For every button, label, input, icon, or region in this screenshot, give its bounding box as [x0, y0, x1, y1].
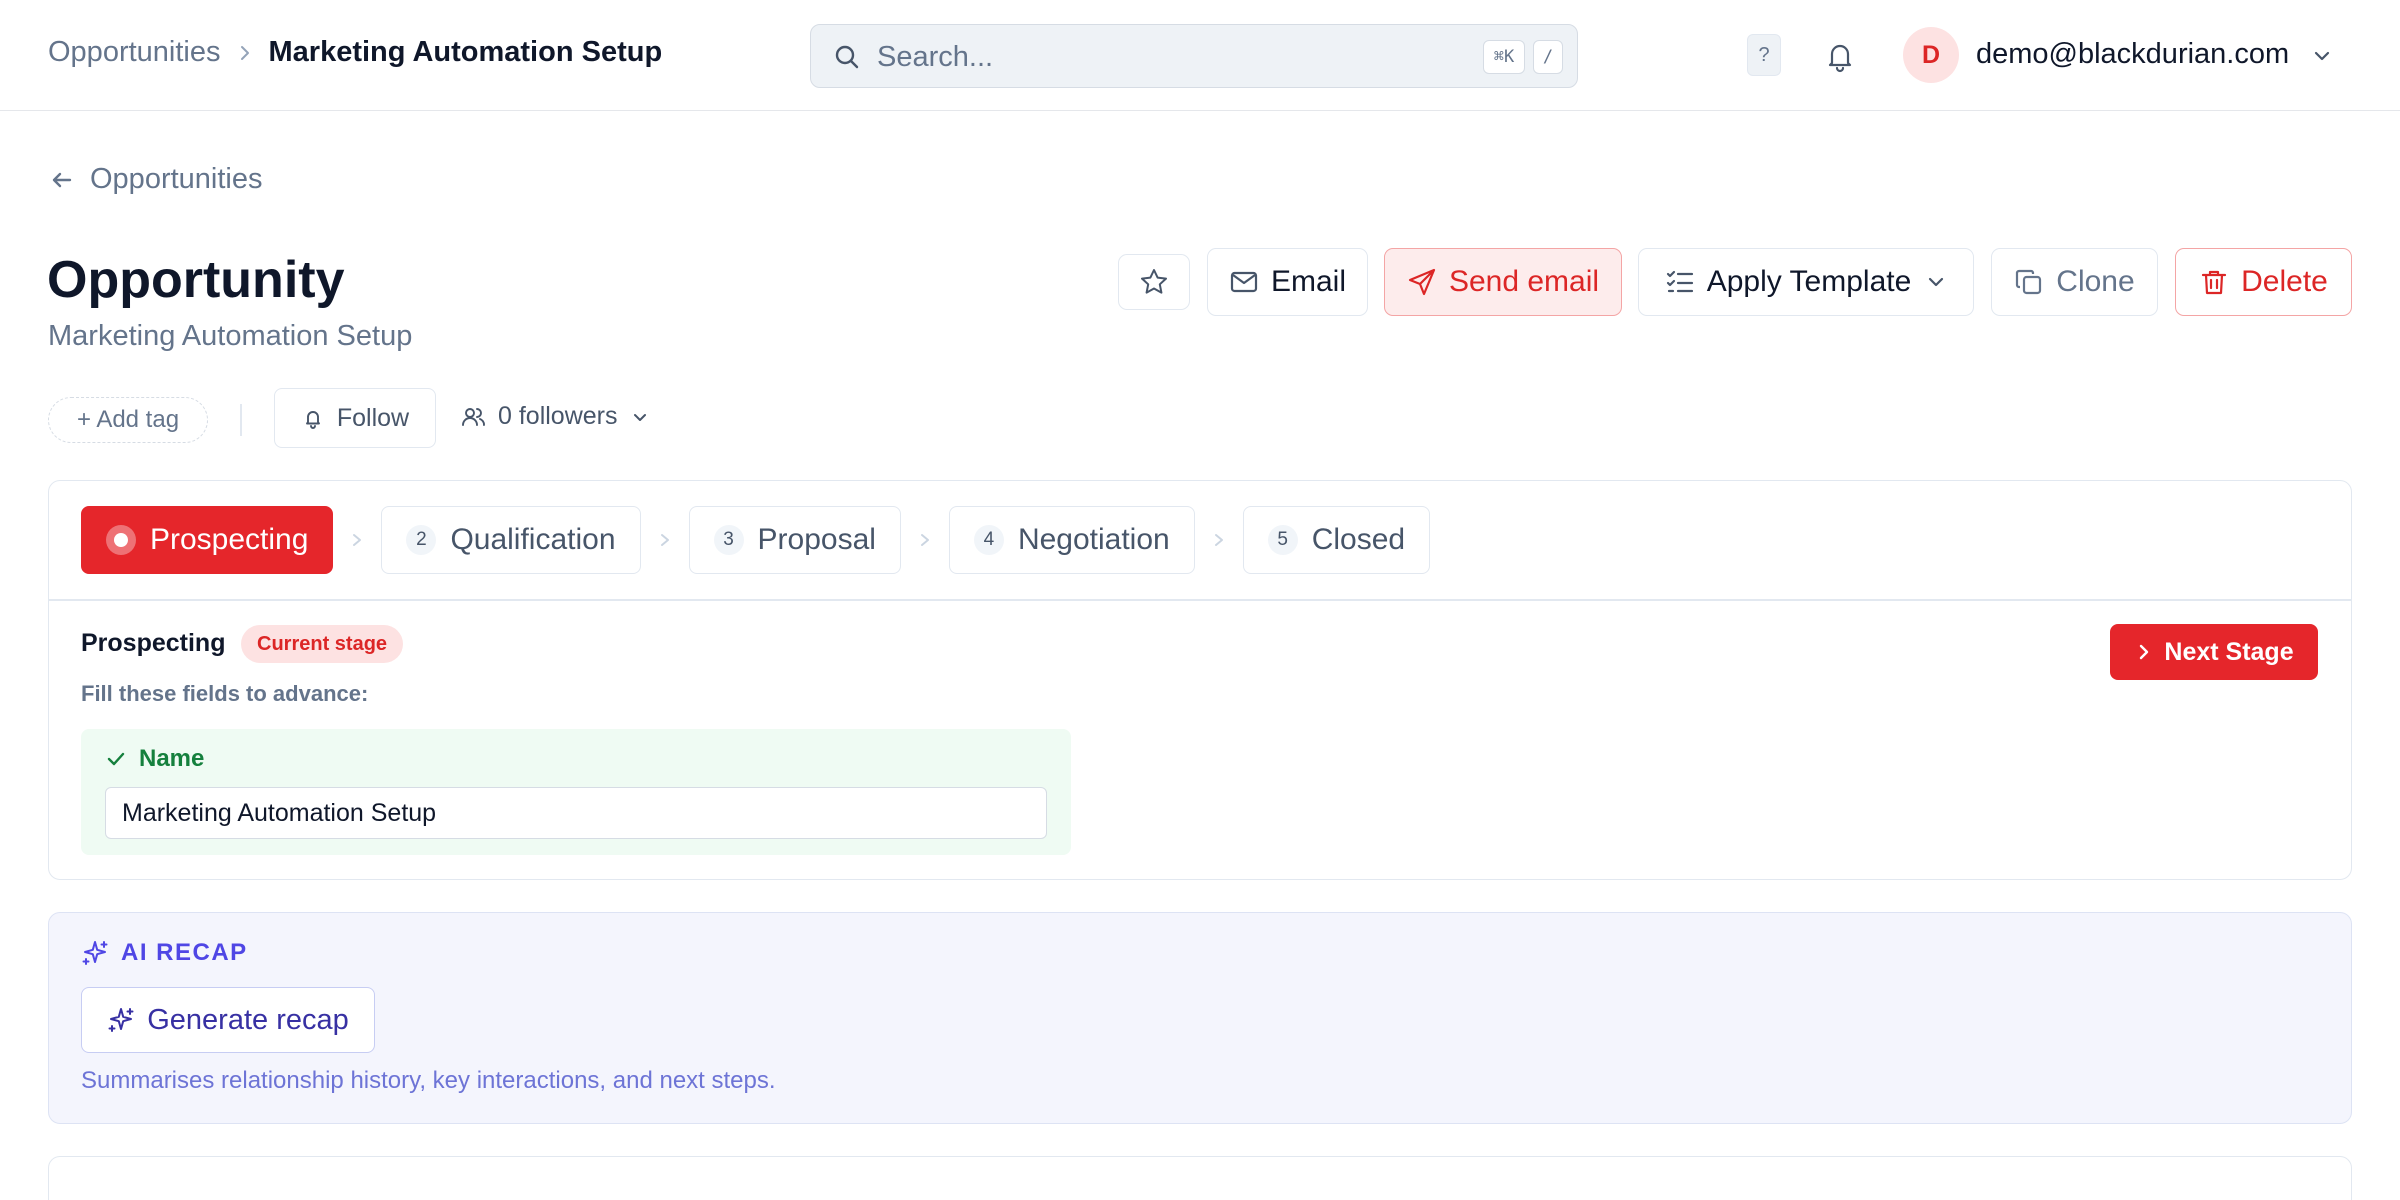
delete-label: Delete [2241, 265, 2328, 298]
stage-number: 5 [1267, 525, 1298, 555]
bell-icon [305, 411, 320, 429]
apply-template-label: Apply Template [1706, 265, 1912, 298]
breadcrumb: Opportunities Marketing Automation Setup [48, 36, 662, 69]
fill-hint: Fill these fields to advance: [81, 681, 369, 706]
email-button-label: Email [1270, 265, 1346, 298]
followers-dropdown[interactable]: 0 followers [460, 402, 650, 431]
send-email-button[interactable]: Send email [1384, 248, 1622, 316]
stage-proposal[interactable]: 3 Proposal [688, 506, 901, 574]
clone-button[interactable]: Clone [1991, 248, 2158, 316]
stage-prospecting[interactable]: Prospecting [81, 506, 334, 574]
chevron-down-icon[interactable] [2310, 44, 2334, 68]
ai-recap-card: AI RECAP Generate recap Summarises relat… [48, 912, 2352, 1124]
users-icon [462, 407, 485, 426]
copy-icon [2016, 269, 2042, 295]
chevron-right-icon [333, 530, 381, 550]
mail-icon [1230, 271, 1258, 293]
divider [240, 404, 242, 436]
chevron-down-icon [633, 413, 646, 421]
followers-count: 0 followers [498, 402, 618, 430]
field-label-text: Name [139, 745, 205, 772]
search-placeholder: Search... [877, 41, 994, 73]
stage-qualification[interactable]: 2 Qualification [381, 506, 641, 574]
divider [49, 599, 2351, 601]
trash-icon [2202, 270, 2227, 295]
email-button[interactable]: Email [1207, 248, 1368, 316]
pipeline-stages: Prospecting 2 Qualification 3 Proposal 4… [81, 506, 1431, 574]
search-icon [833, 43, 861, 71]
back-link[interactable]: Opportunities [48, 163, 263, 196]
add-tag-button[interactable]: + Add tag [48, 397, 208, 443]
required-field: Name Marketing Automation Setup [81, 729, 1071, 855]
status-badge: Current stage [241, 625, 404, 663]
list-checks-icon [1666, 270, 1693, 293]
clone-label: Clone [2056, 265, 2135, 298]
current-stage-name: Prospecting [81, 629, 226, 657]
chevron-right-icon [901, 530, 949, 550]
stage-label: Closed [1311, 523, 1406, 556]
sparkles-icon [82, 941, 108, 965]
stage-label: Negotiation [1017, 523, 1170, 556]
next-stage-label: Next Stage [2164, 637, 2294, 666]
field-label: Name [105, 745, 204, 773]
pipeline-card: Prospecting 2 Qualification 3 Proposal 4… [48, 480, 2352, 880]
bell-icon[interactable] [1820, 36, 1860, 76]
favorite-button[interactable] [1118, 254, 1190, 310]
ai-recap-title: AI RECAP [121, 939, 248, 966]
stage-label: Proposal [757, 523, 876, 556]
stage-number: 4 [973, 525, 1004, 555]
arrow-left-icon [52, 172, 72, 187]
current-stage-icon [106, 525, 136, 555]
help-button[interactable]: ? [1747, 34, 1781, 76]
next-section-card [48, 1156, 2352, 1200]
page-title: Opportunity [47, 251, 345, 309]
stage-number: 3 [713, 525, 744, 555]
top-bar: Opportunities Marketing Automation Setup… [0, 0, 2400, 111]
chevron-right-icon [1195, 530, 1243, 550]
check-icon [107, 752, 125, 766]
apply-template-button[interactable]: Apply Template [1638, 248, 1974, 316]
stage-closed[interactable]: 5 Closed [1242, 506, 1431, 574]
page-subtitle: Marketing Automation Setup [48, 320, 413, 352]
chevron-right-icon [641, 530, 689, 550]
back-link-label: Opportunities [90, 163, 263, 195]
avatar[interactable]: D [1903, 27, 1959, 83]
chevron-right-icon [237, 43, 253, 63]
stage-label: Qualification [450, 523, 616, 556]
delete-button[interactable]: Delete [2175, 248, 2352, 316]
stage-label: Prospecting [150, 523, 309, 556]
ai-recap-heading: AI RECAP [81, 939, 248, 967]
stage-number: 2 [406, 525, 437, 555]
name-field[interactable]: Marketing Automation Setup [105, 787, 1047, 839]
shortcut-key-alt: / [1533, 40, 1563, 74]
ai-recap-description: Summarises relationship history, key int… [81, 1067, 776, 1094]
send-email-label: Send email [1448, 265, 1600, 298]
chevron-down-icon [1929, 277, 1944, 287]
sparkles-icon [108, 1008, 134, 1032]
breadcrumb-opportunities[interactable]: Opportunities [48, 36, 221, 69]
user-email[interactable]: demo@blackdurian.com [1976, 38, 2289, 71]
stage-negotiation[interactable]: 4 Negotiation [948, 506, 1195, 574]
next-stage-button[interactable]: Next Stage [2110, 624, 2318, 680]
breadcrumb-current: Marketing Automation Setup [268, 36, 663, 68]
generate-recap-button[interactable]: Generate recap [81, 987, 375, 1053]
chevron-right-icon [2140, 644, 2149, 660]
search-input[interactable]: Search... ⌘K / [810, 24, 1578, 88]
generate-recap-label: Generate recap [147, 1003, 349, 1036]
shortcut-key: ⌘K [1483, 40, 1525, 74]
follow-button[interactable]: Follow [274, 388, 436, 448]
send-icon [1408, 268, 1436, 296]
follow-label: Follow [336, 403, 410, 432]
star-icon [1141, 269, 1167, 294]
